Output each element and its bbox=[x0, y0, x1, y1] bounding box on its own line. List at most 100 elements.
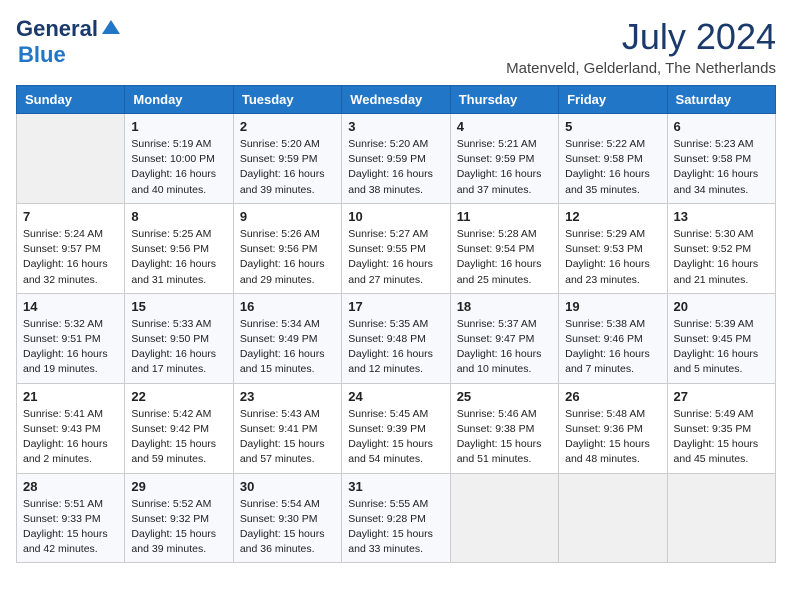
day-number: 24 bbox=[348, 389, 443, 404]
calendar-week-3: 14 Sunrise: 5:32 AM Sunset: 9:51 PM Dayli… bbox=[17, 293, 776, 383]
cell-content: Sunrise: 5:20 AM Sunset: 9:59 PM Dayligh… bbox=[240, 137, 335, 198]
cell-content: Sunrise: 5:34 AM Sunset: 9:49 PM Dayligh… bbox=[240, 317, 335, 378]
header-thursday: Thursday bbox=[450, 86, 558, 114]
day-number: 7 bbox=[23, 209, 118, 224]
cell-content: Sunrise: 5:55 AM Sunset: 9:28 PM Dayligh… bbox=[348, 497, 443, 558]
cell-content: Sunrise: 5:39 AM Sunset: 9:45 PM Dayligh… bbox=[674, 317, 769, 378]
calendar-cell: 23 Sunrise: 5:43 AM Sunset: 9:41 PM Dayli… bbox=[233, 383, 341, 473]
day-number: 25 bbox=[457, 389, 552, 404]
calendar-cell bbox=[667, 473, 775, 563]
day-number: 16 bbox=[240, 299, 335, 314]
cell-content: Sunrise: 5:27 AM Sunset: 9:55 PM Dayligh… bbox=[348, 227, 443, 288]
day-number: 29 bbox=[131, 479, 226, 494]
logo-general: General bbox=[16, 16, 98, 42]
logo-icon bbox=[100, 16, 122, 38]
day-number: 21 bbox=[23, 389, 118, 404]
month-title: July 2024 bbox=[506, 16, 776, 58]
calendar-week-1: 1Sunrise: 5:19 AM Sunset: 10:00 PM Dayli… bbox=[17, 114, 776, 204]
day-number: 3 bbox=[348, 119, 443, 134]
day-number: 31 bbox=[348, 479, 443, 494]
day-number: 22 bbox=[131, 389, 226, 404]
calendar-week-4: 21Sunrise: 5:41 AM Sunset: 9:43 PM Dayli… bbox=[17, 383, 776, 473]
calendar-cell: 28 Sunrise: 5:51 AM Sunset: 9:33 PM Dayli… bbox=[17, 473, 125, 563]
cell-content: Sunrise: 5:26 AM Sunset: 9:56 PM Dayligh… bbox=[240, 227, 335, 288]
logo: General Blue bbox=[16, 16, 122, 68]
day-number: 8 bbox=[131, 209, 226, 224]
header-friday: Friday bbox=[559, 86, 667, 114]
day-number: 19 bbox=[565, 299, 660, 314]
cell-content: Sunrise: 5:48 AM Sunset: 9:36 PM Dayligh… bbox=[565, 407, 660, 468]
cell-content: Sunrise: 5:46 AM Sunset: 9:38 PM Dayligh… bbox=[457, 407, 552, 468]
calendar-cell: 12 Sunrise: 5:29 AM Sunset: 9:53 PM Dayli… bbox=[559, 203, 667, 293]
day-number: 26 bbox=[565, 389, 660, 404]
day-number: 11 bbox=[457, 209, 552, 224]
cell-content: Sunrise: 5:49 AM Sunset: 9:35 PM Dayligh… bbox=[674, 407, 769, 468]
cell-content: Sunrise: 5:24 AM Sunset: 9:57 PM Dayligh… bbox=[23, 227, 118, 288]
cell-content: Sunrise: 5:25 AM Sunset: 9:56 PM Dayligh… bbox=[131, 227, 226, 288]
calendar-cell: 10 Sunrise: 5:27 AM Sunset: 9:55 PM Dayli… bbox=[342, 203, 450, 293]
cell-content: Sunrise: 5:33 AM Sunset: 9:50 PM Dayligh… bbox=[131, 317, 226, 378]
day-number: 20 bbox=[674, 299, 769, 314]
day-number: 15 bbox=[131, 299, 226, 314]
cell-content: Sunrise: 5:35 AM Sunset: 9:48 PM Dayligh… bbox=[348, 317, 443, 378]
day-number: 23 bbox=[240, 389, 335, 404]
calendar-cell: 29 Sunrise: 5:52 AM Sunset: 9:32 PM Dayli… bbox=[125, 473, 233, 563]
cell-content: Sunrise: 5:38 AM Sunset: 9:46 PM Dayligh… bbox=[565, 317, 660, 378]
calendar-cell: 31 Sunrise: 5:55 AM Sunset: 9:28 PM Dayli… bbox=[342, 473, 450, 563]
title-section: July 2024 Matenveld, Gelderland, The Net… bbox=[506, 16, 776, 77]
calendar-cell: 26 Sunrise: 5:48 AM Sunset: 9:36 PM Dayli… bbox=[559, 383, 667, 473]
calendar-cell: 8 Sunrise: 5:25 AM Sunset: 9:56 PM Daylig… bbox=[125, 203, 233, 293]
calendar-cell: 22 Sunrise: 5:42 AM Sunset: 9:42 PM Dayli… bbox=[125, 383, 233, 473]
day-number: 18 bbox=[457, 299, 552, 314]
calendar-cell: 24 Sunrise: 5:45 AM Sunset: 9:39 PM Dayli… bbox=[342, 383, 450, 473]
header-tuesday: Tuesday bbox=[233, 86, 341, 114]
cell-content: Sunrise: 5:45 AM Sunset: 9:39 PM Dayligh… bbox=[348, 407, 443, 468]
calendar-cell: 1Sunrise: 5:19 AM Sunset: 10:00 PM Dayli… bbox=[125, 114, 233, 204]
day-number: 27 bbox=[674, 389, 769, 404]
calendar-cell: 9 Sunrise: 5:26 AM Sunset: 9:56 PM Daylig… bbox=[233, 203, 341, 293]
calendar-cell: 14 Sunrise: 5:32 AM Sunset: 9:51 PM Dayli… bbox=[17, 293, 125, 383]
cell-content: Sunrise: 5:37 AM Sunset: 9:47 PM Dayligh… bbox=[457, 317, 552, 378]
cell-content: Sunrise: 5:52 AM Sunset: 9:32 PM Dayligh… bbox=[131, 497, 226, 558]
cell-content: Sunrise: 5:23 AM Sunset: 9:58 PM Dayligh… bbox=[674, 137, 769, 198]
cell-content: Sunrise: 5:29 AM Sunset: 9:53 PM Dayligh… bbox=[565, 227, 660, 288]
day-number: 4 bbox=[457, 119, 552, 134]
header-monday: Monday bbox=[125, 86, 233, 114]
day-number: 13 bbox=[674, 209, 769, 224]
day-number: 28 bbox=[23, 479, 118, 494]
calendar-cell: 13 Sunrise: 5:30 AM Sunset: 9:52 PM Dayli… bbox=[667, 203, 775, 293]
calendar-cell: 11Sunrise: 5:28 AM Sunset: 9:54 PM Dayli… bbox=[450, 203, 558, 293]
cell-content: Sunrise: 5:20 AM Sunset: 9:59 PM Dayligh… bbox=[348, 137, 443, 198]
calendar-cell: 16 Sunrise: 5:34 AM Sunset: 9:49 PM Dayli… bbox=[233, 293, 341, 383]
cell-content: Sunrise: 5:32 AM Sunset: 9:51 PM Dayligh… bbox=[23, 317, 118, 378]
cell-content: Sunrise: 5:54 AM Sunset: 9:30 PM Dayligh… bbox=[240, 497, 335, 558]
day-number: 6 bbox=[674, 119, 769, 134]
day-number: 14 bbox=[23, 299, 118, 314]
header-sunday: Sunday bbox=[17, 86, 125, 114]
calendar-cell: 27 Sunrise: 5:49 AM Sunset: 9:35 PM Dayli… bbox=[667, 383, 775, 473]
day-number: 9 bbox=[240, 209, 335, 224]
cell-content: Sunrise: 5:30 AM Sunset: 9:52 PM Dayligh… bbox=[674, 227, 769, 288]
calendar-cell: 15 Sunrise: 5:33 AM Sunset: 9:50 PM Dayli… bbox=[125, 293, 233, 383]
calendar-cell: 25 Sunrise: 5:46 AM Sunset: 9:38 PM Dayli… bbox=[450, 383, 558, 473]
header-wednesday: Wednesday bbox=[342, 86, 450, 114]
calendar-cell bbox=[17, 114, 125, 204]
location-title: Matenveld, Gelderland, The Netherlands bbox=[506, 60, 776, 77]
cell-content: Sunrise: 5:43 AM Sunset: 9:41 PM Dayligh… bbox=[240, 407, 335, 468]
cell-content: Sunrise: 5:51 AM Sunset: 9:33 PM Dayligh… bbox=[23, 497, 118, 558]
day-number: 10 bbox=[348, 209, 443, 224]
day-number: 5 bbox=[565, 119, 660, 134]
cell-content: Sunrise: 5:42 AM Sunset: 9:42 PM Dayligh… bbox=[131, 407, 226, 468]
calendar-cell: 30 Sunrise: 5:54 AM Sunset: 9:30 PM Dayli… bbox=[233, 473, 341, 563]
day-number: 12 bbox=[565, 209, 660, 224]
day-number: 30 bbox=[240, 479, 335, 494]
cell-content: Sunrise: 5:19 AM Sunset: 10:00 PM Daylig… bbox=[131, 137, 226, 198]
page-header: General Blue July 2024 Matenveld, Gelder… bbox=[16, 16, 776, 77]
calendar-cell: 5Sunrise: 5:22 AM Sunset: 9:58 PM Daylig… bbox=[559, 114, 667, 204]
calendar-cell bbox=[450, 473, 558, 563]
calendar-week-2: 7 Sunrise: 5:24 AM Sunset: 9:57 PM Daylig… bbox=[17, 203, 776, 293]
calendar-cell bbox=[559, 473, 667, 563]
cell-content: Sunrise: 5:21 AM Sunset: 9:59 PM Dayligh… bbox=[457, 137, 552, 198]
logo-blue: Blue bbox=[18, 42, 66, 67]
calendar-cell: 7 Sunrise: 5:24 AM Sunset: 9:57 PM Daylig… bbox=[17, 203, 125, 293]
